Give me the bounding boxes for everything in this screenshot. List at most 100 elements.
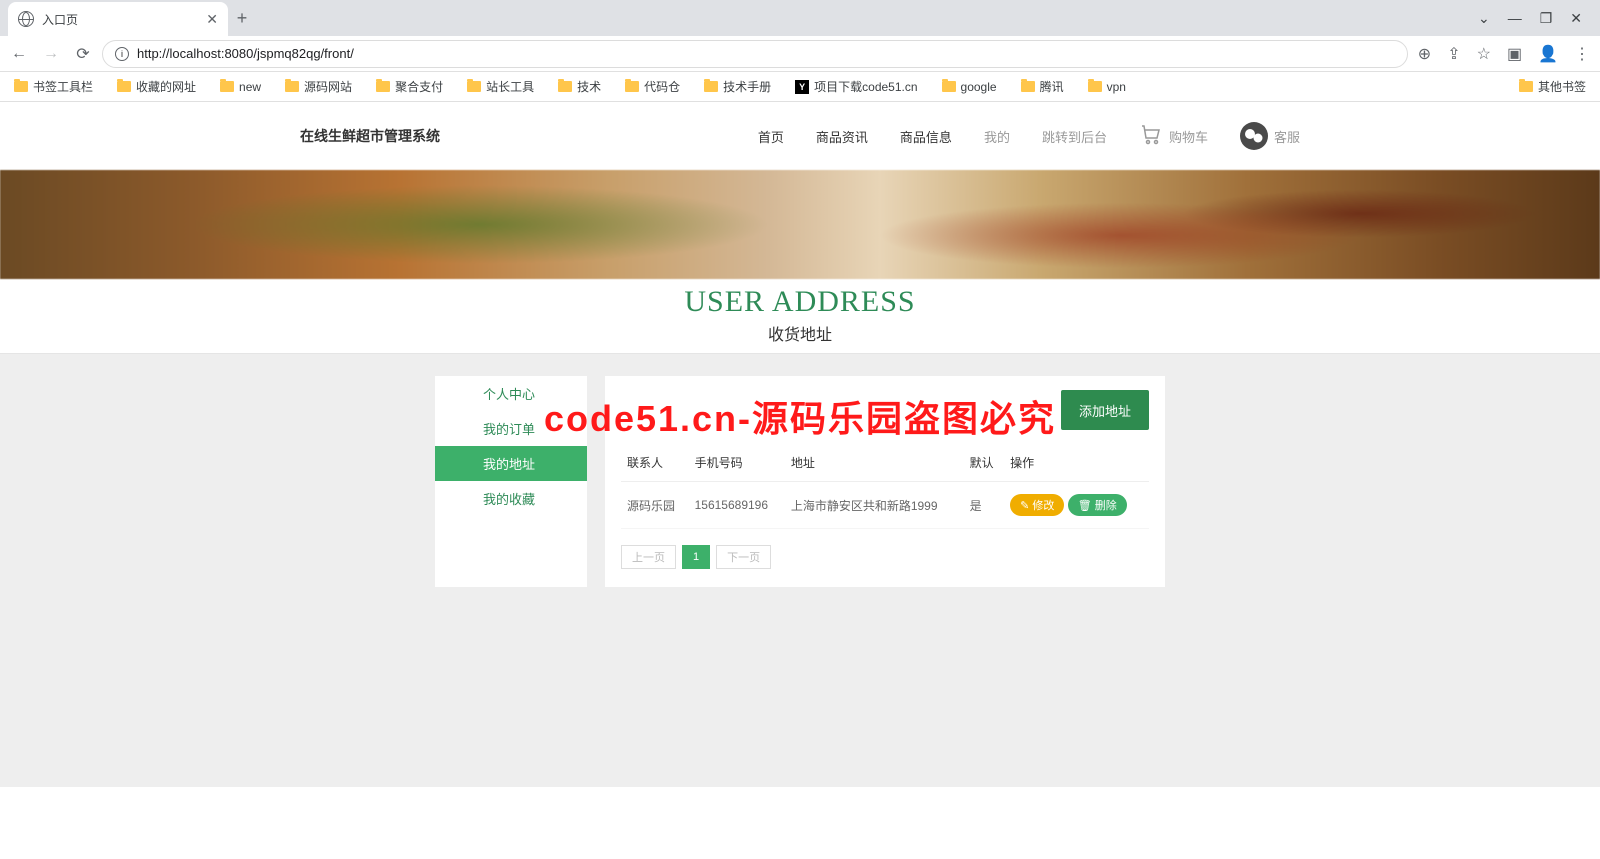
bookmark-item[interactable]: 书签工具栏 (14, 78, 93, 95)
table-row: 源码乐园 15615689196 上海市静安区共和新路1999 是 ✎修改 🗑删… (621, 482, 1149, 529)
site-header: 在线生鲜超市管理系统 首页 商品资讯 商品信息 我的 跳转到后台 购物车 客服 (0, 102, 1600, 170)
hero-banner (0, 170, 1600, 279)
folder-icon (1088, 81, 1102, 92)
cell-phone: 15615689196 (689, 482, 785, 529)
bookmark-item[interactable]: 技术 (558, 78, 601, 95)
delete-button[interactable]: 🗑删除 (1068, 494, 1127, 516)
col-actions: 操作 (1004, 444, 1149, 482)
maximize-button[interactable]: ❐ (1540, 10, 1553, 27)
main-container: 个人中心 我的订单 我的地址 我的收藏 添加地址 联系人 手机号码 地址 默认 … (435, 376, 1165, 587)
col-address: 地址 (785, 444, 964, 482)
add-address-button[interactable]: 添加地址 (1061, 390, 1149, 430)
sidebar-item-address[interactable]: 我的地址 (435, 446, 587, 481)
nav-buttons: ← → ⟳ (10, 45, 92, 63)
sidebar-item-profile[interactable]: 个人中心 (435, 376, 587, 411)
close-window-button[interactable]: ✕ (1570, 10, 1582, 27)
url-input[interactable]: i http://localhost:8080/jspmq82qg/front/ (102, 40, 1408, 68)
folder-icon (14, 81, 28, 92)
info-icon[interactable]: i (115, 47, 129, 61)
window-controls: ⌄ — ❐ ✕ (1460, 10, 1600, 27)
nav-admin[interactable]: 跳转到后台 (1042, 127, 1107, 146)
address-table: 联系人 手机号码 地址 默认 操作 源码乐园 15615689196 上海市静安… (621, 444, 1149, 529)
menu-icon[interactable]: ⋮ (1574, 44, 1590, 64)
pager-page-1[interactable]: 1 (682, 545, 710, 569)
folder-icon (467, 81, 481, 92)
cell-contact: 源码乐园 (621, 482, 689, 529)
folder-icon (942, 81, 956, 92)
tab-title: 入口页 (42, 11, 78, 28)
page-title-block: USER ADDRESS 收货地址 (0, 279, 1600, 354)
main-nav: 首页 商品资讯 商品信息 我的 跳转到后台 购物车 客服 (758, 122, 1600, 150)
trash-icon: 🗑 (1078, 499, 1092, 512)
bookmark-item[interactable]: 代码仓 (625, 78, 680, 95)
folder-icon (558, 81, 572, 92)
address-bar: ← → ⟳ i http://localhost:8080/jspmq82qg/… (0, 36, 1600, 72)
content-panel: 添加地址 联系人 手机号码 地址 默认 操作 源码乐园 15615689196 (605, 376, 1165, 587)
site-logo: 在线生鲜超市管理系统 (300, 126, 440, 146)
folder-icon (117, 81, 131, 92)
cell-actions: ✎修改 🗑删除 (1004, 482, 1149, 529)
folder-icon (285, 81, 299, 92)
col-phone: 手机号码 (689, 444, 785, 482)
bookmark-item[interactable]: 收藏的网址 (117, 78, 196, 95)
url-text: http://localhost:8080/jspmq82qg/front/ (137, 46, 354, 61)
bookmark-item[interactable]: 站长工具 (467, 78, 534, 95)
pagination: 上一页 1 下一页 (621, 545, 1149, 569)
nav-products[interactable]: 商品信息 (900, 127, 952, 146)
nav-news[interactable]: 商品资讯 (816, 127, 868, 146)
pager-next[interactable]: 下一页 (716, 545, 771, 569)
folder-icon (1519, 81, 1533, 92)
star-icon[interactable]: ☆ (1477, 44, 1491, 64)
page-body: 个人中心 我的订单 我的地址 我的收藏 添加地址 联系人 手机号码 地址 默认 … (0, 354, 1600, 787)
cell-address: 上海市静安区共和新路1999 (785, 482, 964, 529)
minimize-button[interactable]: — (1508, 10, 1522, 27)
bookmark-overflow[interactable]: 其他书签 (1519, 78, 1586, 95)
new-tab-button[interactable]: + (228, 4, 256, 32)
bookmark-item[interactable]: 腾讯 (1021, 78, 1064, 95)
col-contact: 联系人 (621, 444, 689, 482)
profile-icon[interactable]: 👤 (1538, 44, 1558, 64)
chevron-down-icon[interactable]: ⌄ (1478, 10, 1490, 27)
globe-icon (18, 11, 34, 27)
forward-button[interactable]: → (42, 45, 60, 63)
share-icon[interactable]: ⇪ (1447, 44, 1460, 64)
sidebar: 个人中心 我的订单 我的地址 我的收藏 (435, 376, 587, 587)
sidebar-item-favorites[interactable]: 我的收藏 (435, 481, 587, 516)
bookmarks-bar: 书签工具栏 收藏的网址 new 源码网站 聚合支付 站长工具 技术 代码仓 技术… (0, 72, 1600, 102)
pencil-icon: ✎ (1020, 499, 1029, 512)
close-tab-icon[interactable]: ✕ (206, 11, 218, 28)
pager-prev[interactable]: 上一页 (621, 545, 676, 569)
wechat-icon (1240, 122, 1268, 150)
search-icon[interactable]: ⊕ (1418, 44, 1431, 64)
reload-button[interactable]: ⟳ (74, 45, 92, 63)
page-title-en: USER ADDRESS (0, 285, 1600, 319)
folder-icon (704, 81, 718, 92)
browser-chrome: 入口页 ✕ + ⌄ — ❐ ✕ ← → ⟳ i http://localhost… (0, 0, 1600, 102)
bookmark-item[interactable]: 源码网站 (285, 78, 352, 95)
nav-mine[interactable]: 我的 (984, 127, 1010, 146)
page-title-zh: 收货地址 (0, 321, 1600, 345)
sidebar-item-orders[interactable]: 我的订单 (435, 411, 587, 446)
col-default: 默认 (964, 444, 1005, 482)
cart-link[interactable]: 购物车 (1139, 123, 1208, 150)
toolbar: 添加地址 (621, 390, 1149, 430)
folder-icon (625, 81, 639, 92)
bookmark-item[interactable]: 聚合支付 (376, 78, 443, 95)
bookmark-item[interactable]: Y项目下载code51.cn (795, 78, 917, 95)
bookmark-item[interactable]: vpn (1088, 80, 1126, 94)
folder-icon (1021, 81, 1035, 92)
y-icon: Y (795, 80, 809, 94)
bookmark-item[interactable]: 技术手册 (704, 78, 771, 95)
toolbar-right: ⊕ ⇪ ☆ ▣ 👤 ⋮ (1418, 44, 1590, 64)
edit-button[interactable]: ✎修改 (1010, 494, 1064, 516)
tab-bar: 入口页 ✕ + ⌄ — ❐ ✕ (0, 0, 1600, 36)
nav-home[interactable]: 首页 (758, 127, 784, 146)
service-link[interactable]: 客服 (1240, 122, 1300, 150)
bookmark-item[interactable]: new (220, 80, 261, 94)
folder-icon (220, 81, 234, 92)
bookmark-item[interactable]: google (942, 80, 997, 94)
browser-tab[interactable]: 入口页 ✕ (8, 2, 228, 36)
back-button[interactable]: ← (10, 45, 28, 63)
folder-icon (376, 81, 390, 92)
extensions-icon[interactable]: ▣ (1507, 44, 1522, 64)
